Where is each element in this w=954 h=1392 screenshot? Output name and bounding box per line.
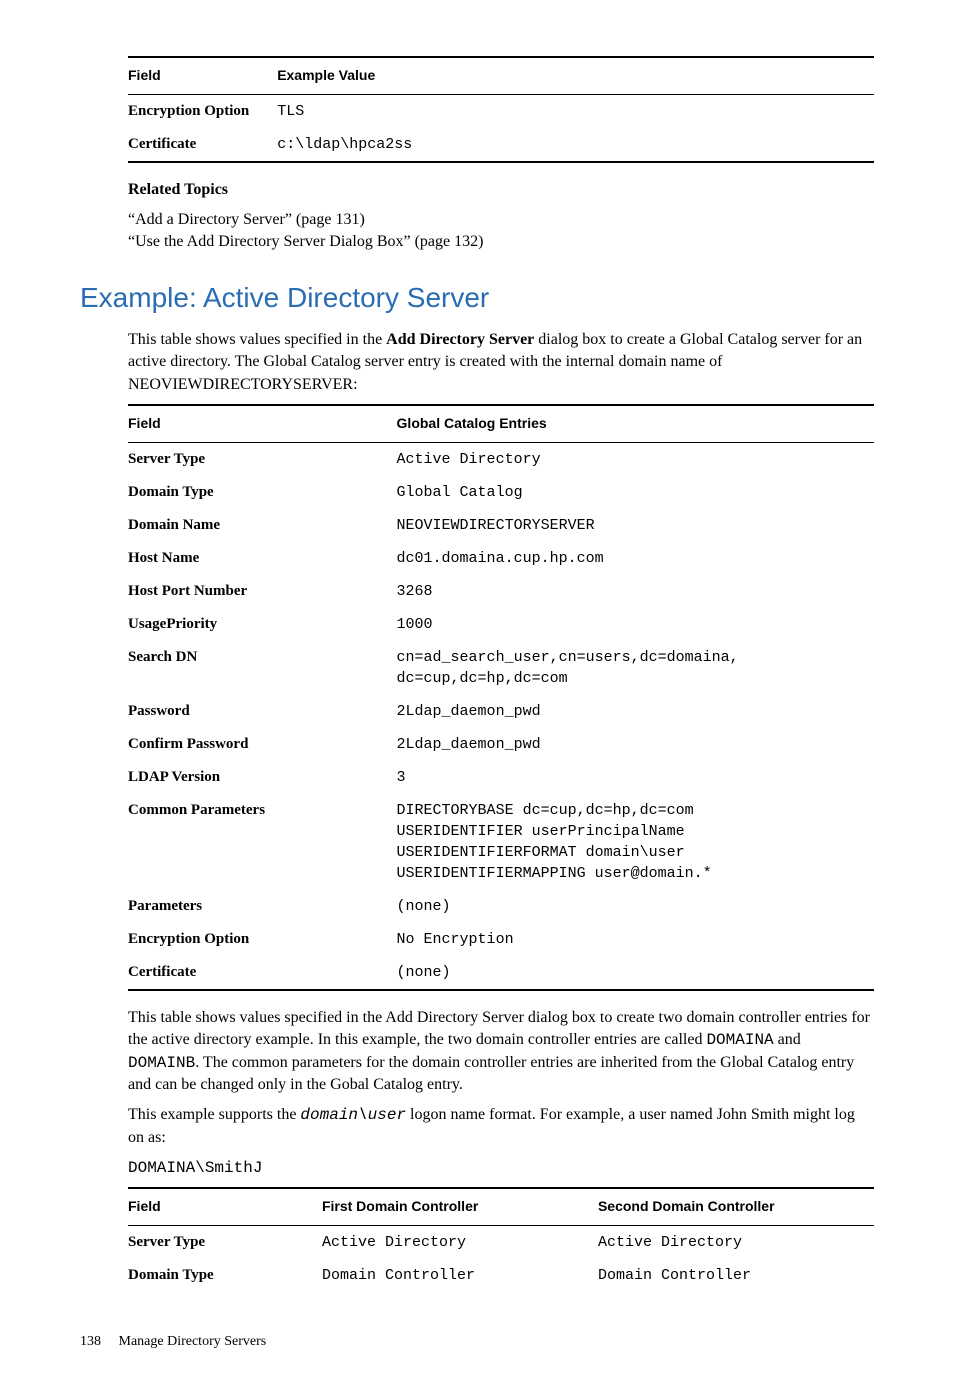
field-label: Parameters: [128, 890, 397, 923]
table-row: UsagePriority1000: [128, 608, 874, 641]
table-row: Domain TypeGlobal Catalog: [128, 476, 874, 509]
field-label: UsagePriority: [128, 608, 397, 641]
table-row: Host Port Number3268: [128, 575, 874, 608]
field-label: Server Type: [128, 442, 397, 476]
field-value: NEOVIEWDIRECTORYSERVER: [397, 509, 874, 542]
field-value: c:\ldap\hpca2ss: [277, 128, 874, 162]
mono-text: DOMAINA: [706, 1031, 773, 1049]
field-value: Active Directory: [598, 1226, 874, 1260]
domain-controller-table: Field First Domain Controller Second Dom…: [128, 1187, 874, 1292]
table-row: Server Type Active Directory Active Dire…: [128, 1226, 874, 1260]
related-link[interactable]: “Use the Add Directory Server Dialog Box…: [128, 231, 874, 253]
col-global-catalog: Global Catalog Entries: [397, 405, 874, 442]
table-row: Certificate c:\ldap\hpca2ss: [128, 128, 874, 162]
page-footer: 138 Manage Directory Servers: [80, 1332, 874, 1352]
field-label: Domain Type: [128, 476, 397, 509]
field-label: Certificate: [128, 956, 397, 990]
table-row: Host Namedc01.domaina.cup.hp.com: [128, 542, 874, 575]
page-number: 138: [80, 1332, 101, 1352]
field-label: Encryption Option: [128, 94, 277, 128]
table-row: Encryption OptionNo Encryption: [128, 923, 874, 956]
domain-controller-paragraph: This table shows values specified in the…: [128, 1007, 874, 1097]
col-field: Field: [128, 57, 277, 94]
field-label: Search DN: [128, 641, 397, 695]
col-second-dc: Second Domain Controller: [598, 1188, 874, 1225]
field-label: Server Type: [128, 1226, 322, 1260]
field-value: Domain Controller: [322, 1259, 598, 1292]
table-row: Search DNcn=ad_search_user,cn=users,dc=d…: [128, 641, 874, 695]
field-value: TLS: [277, 94, 874, 128]
table-row: Server TypeActive Directory: [128, 442, 874, 476]
text: This example supports the: [128, 1106, 300, 1123]
related-link[interactable]: “Add a Directory Server” (page 131): [128, 209, 874, 231]
col-first-dc: First Domain Controller: [322, 1188, 598, 1225]
field-value: (none): [397, 956, 874, 990]
field-value: 3: [397, 761, 874, 794]
col-example-value: Example Value: [277, 57, 874, 94]
intro-paragraph: This table shows values specified in the…: [128, 329, 874, 396]
bold-text: Add Directory Server: [386, 331, 534, 348]
table-row: Password2Ldap_daemon_pwd: [128, 695, 874, 728]
section-heading: Example: Active Directory Server: [80, 278, 874, 317]
logon-example: DOMAINA\SmithJ: [128, 1157, 874, 1179]
field-value: cn=ad_search_user,cn=users,dc=domaina, d…: [397, 641, 874, 695]
field-label: Host Name: [128, 542, 397, 575]
field-label: Password: [128, 695, 397, 728]
field-value: Global Catalog: [397, 476, 874, 509]
field-value: Domain Controller: [598, 1259, 874, 1292]
global-catalog-table: Field Global Catalog Entries Server Type…: [128, 404, 874, 991]
mono-italic-text: domain\user: [300, 1106, 406, 1124]
table-row: Confirm Password2Ldap_daemon_pwd: [128, 728, 874, 761]
example-value-table: Field Example Value Encryption Option TL…: [128, 56, 874, 163]
text: and: [774, 1031, 801, 1048]
field-value: DIRECTORYBASE dc=cup,dc=hp,dc=com USERID…: [397, 794, 874, 890]
table-row: Domain Type Domain Controller Domain Con…: [128, 1259, 874, 1292]
table-row: Parameters(none): [128, 890, 874, 923]
text: . The common parameters for the domain c…: [128, 1054, 854, 1093]
table-row: Encryption Option TLS: [128, 94, 874, 128]
footer-label: Manage Directory Servers: [119, 1334, 267, 1349]
table-row: Domain NameNEOVIEWDIRECTORYSERVER: [128, 509, 874, 542]
field-label: LDAP Version: [128, 761, 397, 794]
field-value: 1000: [397, 608, 874, 641]
col-field: Field: [128, 405, 397, 442]
field-value: 3268: [397, 575, 874, 608]
field-label: Certificate: [128, 128, 277, 162]
text: This table shows values specified in the: [128, 331, 386, 348]
field-label: Common Parameters: [128, 794, 397, 890]
related-topics-heading: Related Topics: [128, 179, 874, 201]
field-value: (none): [397, 890, 874, 923]
field-label: Domain Type: [128, 1259, 322, 1292]
mono-text: DOMAINB: [128, 1054, 195, 1072]
field-value: Active Directory: [397, 442, 874, 476]
table-row: LDAP Version3: [128, 761, 874, 794]
logon-format-paragraph: This example supports the domain\user lo…: [128, 1104, 874, 1149]
field-label: Encryption Option: [128, 923, 397, 956]
field-value: Active Directory: [322, 1226, 598, 1260]
field-label: Confirm Password: [128, 728, 397, 761]
field-value: No Encryption: [397, 923, 874, 956]
col-field: Field: [128, 1188, 322, 1225]
field-value: 2Ldap_daemon_pwd: [397, 728, 874, 761]
field-value: 2Ldap_daemon_pwd: [397, 695, 874, 728]
field-value: dc01.domaina.cup.hp.com: [397, 542, 874, 575]
table-row: Common ParametersDIRECTORYBASE dc=cup,dc…: [128, 794, 874, 890]
field-label: Host Port Number: [128, 575, 397, 608]
field-label: Domain Name: [128, 509, 397, 542]
table-row: Certificate(none): [128, 956, 874, 990]
